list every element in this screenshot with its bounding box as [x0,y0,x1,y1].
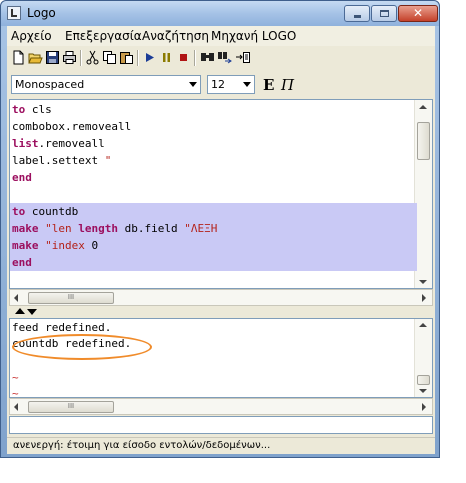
logo-window: Logo ✕ Αρχείο Επεξεργασία Αναζήτηση Μηχα… [0,0,440,458]
bold-button[interactable]: E [263,76,274,94]
scroll-grip: III [67,293,75,301]
code-line: list.removeall [10,135,105,152]
scroll-right-icon[interactable] [422,403,426,411]
font-family-value: Monospaced [15,78,85,91]
goto-line-icon[interactable] [235,50,250,65]
toolbar-separator [80,50,82,66]
code-keyword: length [78,222,118,235]
find-icon[interactable] [200,50,215,65]
code-text: db.field [118,222,185,235]
window-client-area: Αρχείο Επεξεργασία Αναζήτηση Μηχανή LOGO [7,26,435,454]
scroll-down-icon[interactable] [419,280,427,284]
collapse-up-icon[interactable] [15,308,25,314]
menu-edit[interactable]: Επεξεργασία [65,29,142,43]
scroll-thumb[interactable] [417,122,430,160]
editor-horizontal-scrollbar[interactable]: III [9,289,433,306]
code-keyword: make [12,222,39,235]
code-line: to countdb [10,203,417,220]
save-icon[interactable] [45,50,60,65]
maximize-button[interactable] [371,5,397,22]
scroll-right-icon[interactable] [422,294,426,302]
code-keyword: end [12,256,32,269]
code-line: combobox.removeall [10,118,131,135]
empty-line-marker: ~ [12,387,19,398]
logo-app-icon [7,6,21,20]
maximize-icon [380,10,389,17]
print-icon[interactable] [62,50,77,65]
output-vertical-scrollbar[interactable] [414,319,432,397]
font-family-select[interactable]: Monospaced [11,75,201,94]
code-string: " [104,154,112,167]
pane-splitter[interactable] [7,306,435,318]
font-size-value: 12 [211,78,225,91]
run-icon[interactable] [142,50,157,65]
code-line: make "index 0 [10,237,417,254]
scroll-left-icon[interactable] [14,403,18,411]
command-input[interactable] [9,416,433,434]
stop-icon[interactable] [176,50,191,65]
italic-button[interactable]: Π [281,76,294,94]
minimize-button[interactable] [344,5,370,22]
code-text: label.settext [12,154,105,167]
menu-logo-engine[interactable]: Μηχανή LOGO [211,29,296,43]
chevron-down-icon [189,82,197,87]
code-text: countdb [25,205,79,218]
copy-icon[interactable] [102,50,117,65]
scroll-up-icon[interactable] [419,105,427,109]
cut-icon[interactable] [85,50,100,65]
collapse-down-icon[interactable] [27,309,37,315]
code-line: end [10,169,32,186]
annotation-ellipse [12,334,152,360]
close-button[interactable]: ✕ [398,5,438,22]
menu-file[interactable]: Αρχείο [11,29,52,43]
code-string: "index [45,239,85,252]
code-text: .removeall [38,137,105,150]
code-keyword: end [12,171,32,184]
open-folder-icon[interactable] [28,50,43,65]
code-line: end [10,254,417,271]
code-text: combobox.removeall [12,120,132,133]
window-title: Logo [27,6,56,20]
scroll-left-icon[interactable] [14,294,18,302]
code-string: "ΛΕΞΗ [184,222,218,235]
code-text: 0 [84,239,99,252]
toolbar-separator [194,50,196,66]
toolbar [7,46,435,70]
code-line: to cls [10,101,52,118]
code-keyword: list [12,137,39,150]
scroll-thumb[interactable]: III [28,401,114,413]
code-editor[interactable]: to cls combobox.removeall list.removeall la… [9,99,433,289]
scroll-up-icon[interactable] [419,323,427,327]
chevron-down-icon [243,82,251,87]
new-file-icon[interactable] [11,50,26,65]
status-text: ανενεργή: έτοιμη για είσοδο εντολών/δεδο… [13,440,271,451]
replace-icon[interactable] [217,50,232,65]
toolbar-separator [137,50,139,66]
code-line: make "len length db.field "ΛΕΞΗ [10,220,417,237]
output-horizontal-scrollbar[interactable]: III [9,398,433,415]
pause-icon[interactable] [159,50,174,65]
code-string: "len [45,222,72,235]
paste-icon[interactable] [119,50,134,65]
menu-bar: Αρχείο Επεξεργασία Αναζήτηση Μηχανή LOGO [7,26,435,46]
scroll-thumb[interactable] [417,375,430,385]
scroll-down-icon[interactable] [419,389,427,393]
close-icon: ✕ [412,6,424,20]
title-bar[interactable]: Logo ✕ [1,1,439,26]
code-text: cls [25,103,52,116]
code-keyword: make [12,239,39,252]
scroll-thumb[interactable]: III [28,292,114,304]
format-bar: Monospaced 12 E Π [7,70,435,98]
scroll-grip: III [67,402,75,410]
minimize-icon [354,15,361,18]
font-size-select[interactable]: 12 [207,75,255,94]
status-bar: ανενεργή: έτοιμη για είσοδο εντολών/δεδο… [7,437,435,454]
code-keyword: to [12,103,26,116]
code-keyword: to [12,205,26,218]
menu-search[interactable]: Αναζήτηση [142,29,209,43]
code-line: label.settext " [10,152,111,169]
empty-line-marker: ~ [12,371,19,384]
